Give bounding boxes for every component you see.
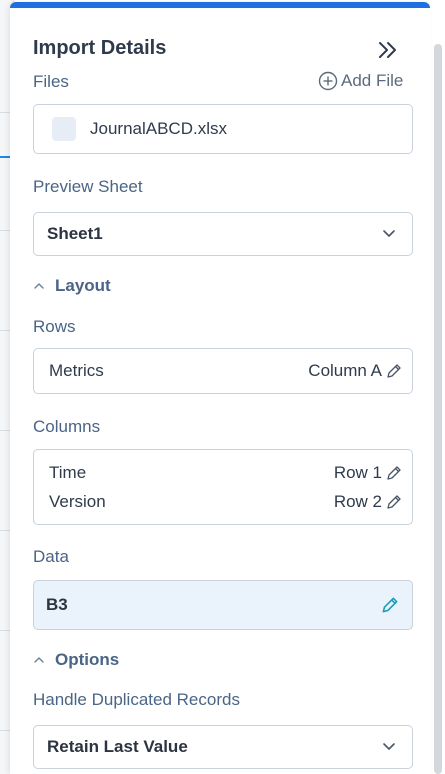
chevron-up-icon [34,657,44,663]
background-divider [0,330,10,331]
columns-label: Columns [33,417,101,436]
rows-field: Metrics Column A [33,348,413,394]
options-section-toggle[interactable]: Options [33,650,119,670]
rows-label: Rows [33,317,76,336]
data-range-value: B3 [46,595,68,614]
background-divider [0,112,10,113]
chevron-down-icon [383,743,395,750]
column-item-name: Version [49,492,106,511]
double-chevron-right-icon [379,42,396,58]
column-item-mapping: Row 1 [333,463,382,482]
files-label: Files [33,72,69,91]
columns-field: Time Row 1 Version Row 2 [33,449,413,525]
layout-section-label: Layout [55,276,111,295]
add-file-button[interactable]: Add File [318,71,403,91]
duplicates-label: Handle Duplicated Records [33,690,240,709]
data-range-field[interactable]: B3 [33,580,413,630]
background-divider [0,730,10,731]
row-item-name: Metrics [49,361,104,380]
column-item-mapping: Row 2 [333,492,382,511]
column-item-name: Time [49,463,87,482]
column-item: Time Row 1 [34,459,412,487]
background-divider [0,230,10,231]
row-item-mapping: Column A [308,361,382,380]
file-list-item[interactable]: JournalABCD.xlsx [33,104,413,154]
preview-sheet-select[interactable]: Sheet1 [33,212,413,256]
pencil-icon [387,466,401,480]
pencil-icon [382,597,398,613]
edit-row-mapping-button[interactable] [384,361,404,381]
data-label: Data [33,547,69,566]
duplicates-value: Retain Last Value [47,737,188,756]
rows-item: Metrics Column A [34,361,412,381]
background-active-marker [0,156,10,158]
scrollbar-thumb[interactable] [434,44,442,774]
edit-column-mapping-button[interactable] [384,492,404,512]
chevron-down-icon [383,230,395,237]
pencil-icon [387,364,401,378]
column-item: Version Row 2 [34,487,412,517]
preview-sheet-label: Preview Sheet [33,177,143,196]
background-divider [0,630,10,631]
chevron-up-icon [34,283,44,289]
edit-data-range-button[interactable] [380,595,400,615]
file-name: JournalABCD.xlsx [90,119,227,138]
plus-circle-icon [318,71,338,91]
pencil-icon [387,495,401,509]
background-divider [0,430,10,431]
add-file-label: Add File [341,71,404,90]
options-section-label: Options [55,650,120,669]
background-divider [0,530,10,531]
duplicates-select[interactable]: Retain Last Value [33,725,413,769]
file-checkbox[interactable] [52,117,76,141]
layout-section-toggle[interactable]: Layout [33,276,111,296]
collapse-panel-button[interactable] [374,37,402,63]
preview-sheet-value: Sheet1 [47,224,103,243]
edit-column-mapping-button[interactable] [384,463,404,483]
panel-title: Import Details [33,37,167,59]
